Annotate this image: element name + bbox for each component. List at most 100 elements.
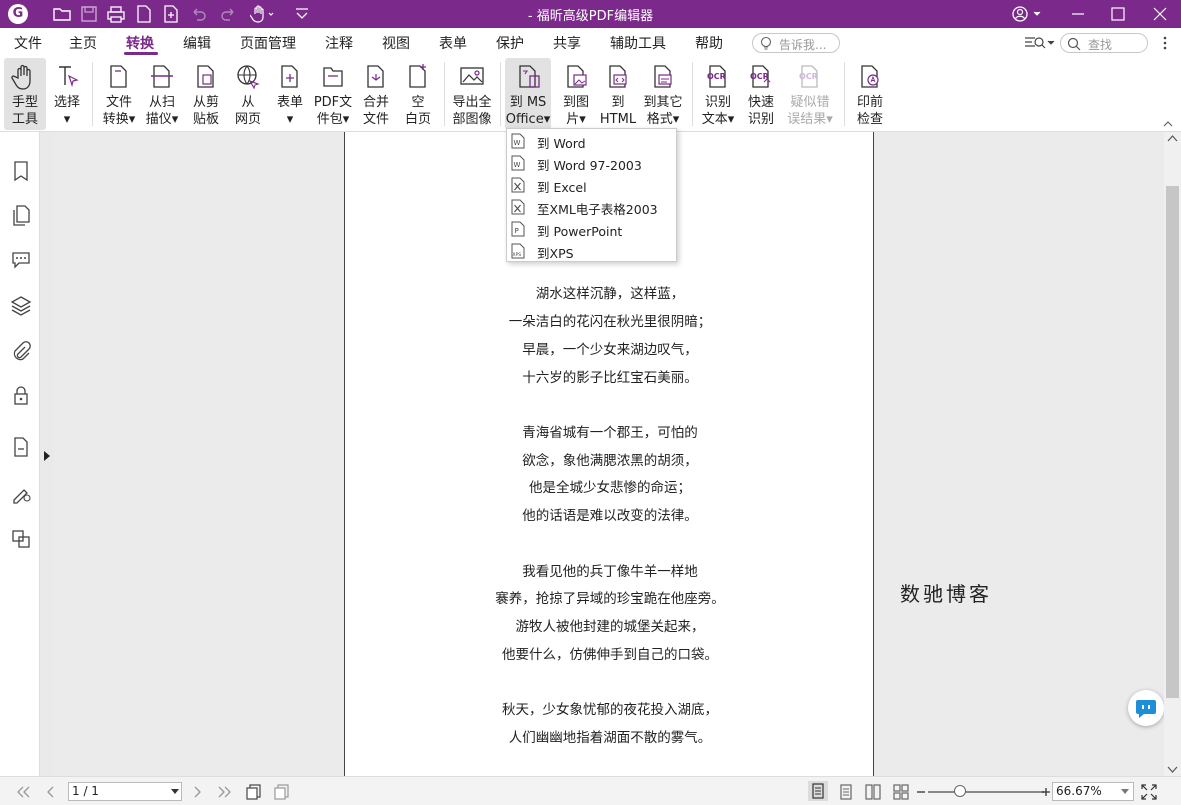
collapse-ribbon-icon[interactable] xyxy=(1162,118,1174,130)
signature-icon[interactable] xyxy=(10,482,32,504)
menu-help[interactable]: 帮助 xyxy=(695,33,723,53)
quick-ocr-label: 快速 识别 xyxy=(747,95,774,127)
to-powerpoint-item[interactable]: P 到 PowerPoint xyxy=(507,218,676,240)
assistant-bubble-button[interactable] xyxy=(1128,690,1164,726)
to-xml-spreadsheet-item[interactable]: 至XML电子表格2003 xyxy=(507,196,676,218)
zoom-in-icon[interactable] xyxy=(1040,783,1052,801)
next-page-icon[interactable] xyxy=(188,783,206,801)
first-page-icon[interactable] xyxy=(14,783,32,801)
scroll-down-arrow-icon[interactable] xyxy=(1167,766,1178,774)
menu-edit[interactable]: 编辑 xyxy=(183,33,211,53)
menu-accessibility[interactable]: 辅助工具 xyxy=(610,33,666,53)
merge-files-button[interactable]: 合并 文件 xyxy=(356,58,396,130)
to-html-button[interactable]: 到 HTML xyxy=(598,58,638,130)
ribbon-separator xyxy=(844,62,845,126)
to-xps-item[interactable]: XPS 到XPS xyxy=(507,240,676,262)
close-button[interactable] xyxy=(1137,0,1181,28)
find-options-icon[interactable] xyxy=(1024,35,1056,51)
menu-form[interactable]: 表单 xyxy=(439,33,467,53)
ribbon-toolbar: 手型 工具 选择 ▾ 文件 转换▾ 从扫 描仪▾ 从剪 贴板 从 网页 表单 ▾… xyxy=(0,56,1181,132)
facing-view-icon[interactable] xyxy=(864,783,882,801)
to-image-button[interactable]: 到图 片▾ xyxy=(555,58,597,130)
svg-text:W: W xyxy=(514,139,521,147)
menu-home[interactable]: 主页 xyxy=(69,33,97,53)
comments-icon[interactable] xyxy=(10,248,32,270)
find-input[interactable]: 查找 xyxy=(1060,33,1148,53)
continuous-facing-view-icon[interactable] xyxy=(892,783,910,801)
form-label: 表单 ▾ xyxy=(276,95,303,127)
menu-organize[interactable]: 页面管理 xyxy=(240,33,296,53)
last-page-icon[interactable] xyxy=(216,783,234,801)
tell-me-input[interactable]: 告诉我... xyxy=(752,33,840,53)
vertical-scrollbar[interactable] xyxy=(1164,132,1181,776)
menu-comment[interactable]: 注释 xyxy=(325,33,353,53)
to-ms-office-button[interactable]: 到 MS Office▾ xyxy=(505,58,551,130)
preflight-icon xyxy=(861,65,879,88)
blank-page-button[interactable]: 空 白页 xyxy=(398,58,438,130)
scrollbar-thumb[interactable] xyxy=(1166,186,1179,698)
layers-icon[interactable] xyxy=(10,294,32,316)
more-options-icon[interactable] xyxy=(1161,35,1169,51)
continuous-view-icon[interactable] xyxy=(837,783,855,801)
security-lock-icon[interactable] xyxy=(10,384,32,406)
clipboard-icon xyxy=(197,65,214,88)
fullscreen-icon[interactable] xyxy=(1140,783,1158,801)
scroll-up-arrow-icon[interactable] xyxy=(1167,134,1178,142)
preflight-button[interactable]: 印前 检查 xyxy=(850,58,890,130)
to-word-item[interactable]: W 到 Word xyxy=(507,130,676,152)
zoom-slider-knob[interactable] xyxy=(954,785,967,797)
page-number-input[interactable]: 1 / 1 xyxy=(68,782,182,801)
attachment-icon[interactable] xyxy=(10,340,32,362)
file-convert-button[interactable]: 文件 转换▾ xyxy=(98,58,140,130)
expand-panel-arrow-icon[interactable] xyxy=(43,450,51,462)
menu-view[interactable]: 视图 xyxy=(382,33,410,53)
export-all-images-button[interactable]: 导出全 部图像 xyxy=(448,58,496,130)
quick-ocr-button[interactable]: OCR 快速 识别 xyxy=(741,58,781,130)
compare-icon[interactable] xyxy=(10,528,32,550)
bookmark-icon[interactable] xyxy=(10,160,32,182)
merge-icon xyxy=(367,65,384,88)
content-icon[interactable] xyxy=(10,436,32,458)
from-webpage-button[interactable]: 从 网页 xyxy=(228,58,268,130)
zoom-slider-track[interactable] xyxy=(928,791,1044,793)
insert-page-icon[interactable] xyxy=(273,783,291,801)
to-excel-item[interactable]: 到 Excel xyxy=(507,174,676,196)
zoom-level-input[interactable]: 66.67% xyxy=(1052,782,1134,801)
to-image-icon xyxy=(567,65,587,88)
to-other-formats-button[interactable]: 到其它 格式▾ xyxy=(640,58,686,130)
to-word97-item[interactable]: W 到 Word 97-2003 xyxy=(507,152,676,174)
menu-share[interactable]: 共享 xyxy=(553,33,581,53)
previous-page-icon[interactable] xyxy=(42,783,60,801)
export-images-icon xyxy=(460,67,484,85)
select-button[interactable]: 选择 ▾ xyxy=(48,58,86,130)
zoom-dropdown-chevron-down-icon[interactable] xyxy=(1121,789,1129,795)
zoom-out-icon[interactable] xyxy=(915,783,927,801)
poem-line: 秋天，少女象忧郁的夜花投入湖底， xyxy=(502,702,718,718)
export-all-images-label: 导出全 部图像 xyxy=(452,95,492,127)
page-dropdown-chevron-down-icon[interactable] xyxy=(171,789,179,795)
poem-line: 欲念，象他满腮浓黑的胡须， xyxy=(522,453,698,469)
pdf-portfolio-button[interactable]: PDF文 件包▾ xyxy=(312,58,354,130)
account-icon[interactable] xyxy=(1010,4,1044,24)
menu-protect[interactable]: 保护 xyxy=(496,33,524,53)
recognize-text-button[interactable]: OCR 识别 文本▾ xyxy=(698,58,738,130)
from-clipboard-button[interactable]: 从剪 贴板 xyxy=(186,58,226,130)
ribbon-separator xyxy=(692,62,693,126)
pages-icon[interactable] xyxy=(10,204,32,226)
panel-expand-strip[interactable] xyxy=(40,132,54,776)
maximize-button[interactable] xyxy=(1095,0,1141,28)
hand-tool-button[interactable]: 手型 工具 xyxy=(4,58,46,130)
file-convert-icon xyxy=(110,65,127,88)
suspect-results-button[interactable]: OCR 疑似错 误结果▾ xyxy=(784,58,836,130)
poem-line: 早晨，一个少女来湖边叹气， xyxy=(522,342,698,358)
pdf-portfolio-label: PDF文 件包▾ xyxy=(313,95,353,127)
single-page-view-icon[interactable] xyxy=(808,781,828,801)
menu-file[interactable]: 文件 xyxy=(14,33,42,53)
text-select-icon xyxy=(59,66,79,88)
form-button[interactable]: 表单 ▾ xyxy=(270,58,310,130)
menu-convert[interactable]: 转换 xyxy=(126,33,154,53)
extract-page-icon[interactable] xyxy=(245,783,263,801)
ocr-icon: OCR xyxy=(707,65,726,88)
from-scanner-button[interactable]: 从扫 描仪▾ xyxy=(142,58,182,130)
select-label: 选择 ▾ xyxy=(53,95,80,127)
